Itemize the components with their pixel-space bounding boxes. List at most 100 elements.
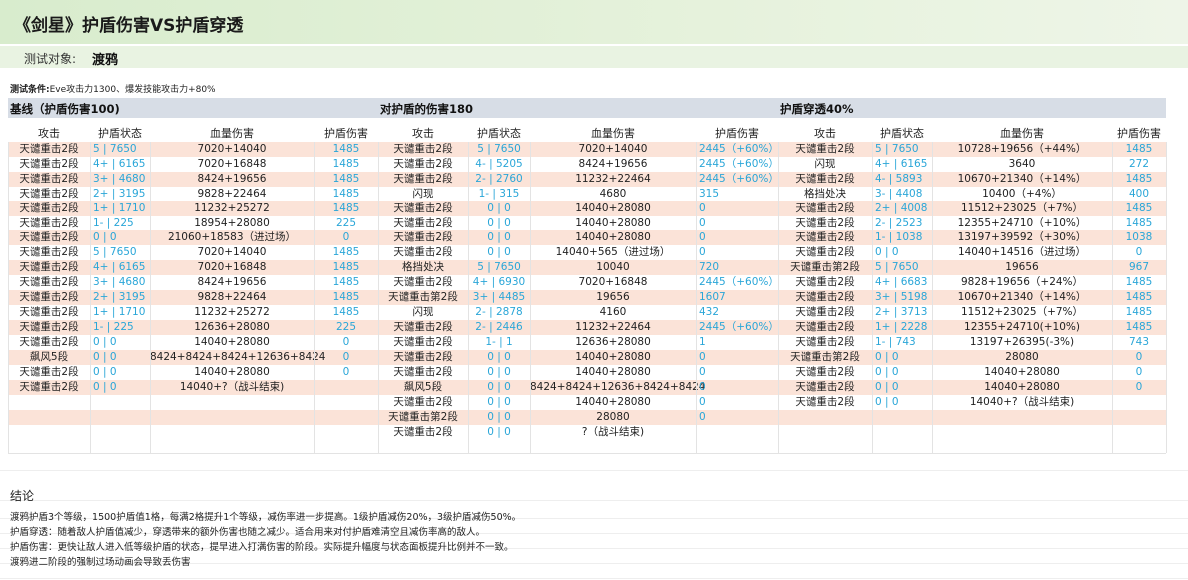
cell-shield-state: 2+ | 4008 (875, 202, 928, 214)
cell-shield-state: 2- | 2878 (475, 306, 523, 318)
table-row: 天谴重击2段 0 | 0 14040+28080 0 天谴重击2段 0 | 0 14040+… (8, 395, 1166, 410)
cell-shield-state: 3+ | 5198 (875, 291, 928, 303)
cell-shield-dmg: 0 (699, 231, 706, 243)
cell-attack: 天谴重击2段 (19, 336, 79, 348)
cell-shield-dmg: 0 (342, 351, 350, 363)
cell-shield-state: 1- | 1038 (875, 231, 923, 243)
cell-attack: 天谴重击2段 (393, 366, 453, 378)
cell-attack: 天谴重击2段 (19, 217, 79, 229)
cell-attack: 天谴重击2段 (19, 231, 79, 243)
table-row: 天谴重击2段 1- | 225 18954+28080 225 天谴重击2段 0 | 0 1… (8, 216, 1166, 231)
cell-hp-dmg (150, 395, 314, 410)
cell-hp-dmg: 14040+28080 (575, 366, 651, 378)
table-row: 天谴重击2段 1- | 225 12636+28080 225 天谴重击2段 2- | 2… (8, 320, 1166, 335)
table-row: 天谴重击2段 2+ | 3195 9828+22464 1485 天谴重击第2段 3+ |… (8, 290, 1166, 305)
condition-label: 测试条件: (10, 85, 50, 95)
column-divider (530, 142, 531, 453)
column-divider (150, 142, 151, 453)
cell-attack: 天谴重击2段 (19, 366, 79, 378)
cell-hp-dmg: 14040+28080 (984, 366, 1060, 378)
column-divider (1166, 142, 1167, 453)
table-row: 天谴重击2段 4+ | 6165 7020+16848 1485 格挡处决 5 | 765… (8, 260, 1166, 275)
cell-attack: 天谴重击2段 (393, 158, 453, 170)
cell-attack: 天谴重击第2段 (388, 291, 458, 303)
cell-attack: 天谴重击2段 (19, 276, 79, 288)
cell-hp-dmg: 28080 (596, 411, 630, 423)
column-divider (1112, 142, 1113, 453)
cell-attack: 天谴重击第2段 (790, 261, 860, 273)
cell-hp-dmg: 12355+24710（+10%） (957, 217, 1087, 229)
cell-shield-state: 1- | 1 (485, 336, 513, 348)
cell-attack: 天谴重击2段 (795, 246, 855, 258)
cell-attack: 天谴重击2段 (393, 336, 453, 348)
cell-hp-dmg: 14040+28080 (575, 351, 651, 363)
cell-shield-state: 0 | 0 (487, 366, 511, 378)
cell-hp-dmg: 14040+?（战斗结束) (179, 381, 285, 393)
cell-shield-state (872, 425, 932, 440)
cell-hp-dmg: 12636+28080 (194, 321, 270, 333)
cell-hp-dmg: 8424+19656 (197, 276, 267, 288)
table-row: 天谴重击2段 0 | 0 14040+28080 0 天谴重击2段 0 | 0 14040+… (8, 365, 1166, 380)
cell-shield-dmg: 1607 (699, 291, 726, 303)
cell-shield-dmg: 967 (1128, 261, 1150, 273)
cell-hp-dmg: 28080 (1005, 351, 1039, 363)
cell-shield-state: 1- | 743 (875, 336, 916, 348)
cell-attack: 闪现 (412, 306, 434, 318)
cell-hp-dmg (150, 410, 314, 425)
cell-hp-dmg: 7020+16848 (578, 276, 648, 288)
table-row: 天谴重击2段 5 | 7650 7020+14040 1485 天谴重击2段 0 | 0 1… (8, 245, 1166, 260)
col-header-shield-dmg: 护盾伤害 (324, 127, 368, 140)
cell-shield-state: 1+ | 1710 (93, 306, 146, 318)
section-penetration: 护盾穿透40% (780, 102, 854, 116)
cell-shield-dmg: 315 (699, 188, 720, 200)
cell-shield-dmg (314, 410, 378, 425)
cell-shield-dmg: 2445（+60%） (699, 276, 779, 288)
section-shield-damage: 对护盾的伤害180 (380, 102, 474, 116)
cell-shield-dmg: 720 (699, 261, 720, 273)
condition-text: Eve攻击力1300、爆发技能攻击力+80% (49, 85, 216, 95)
cell-hp-dmg: 7020+14040 (197, 246, 267, 258)
cell-shield-dmg: 743 (1128, 336, 1150, 348)
cell-shield-dmg: 1485 (332, 188, 360, 200)
cell-shield-dmg: 0 (699, 396, 706, 408)
cell-attack: 天谴重击2段 (19, 202, 79, 214)
cell-attack: 天谴重击第2段 (790, 351, 860, 363)
conclusion-line-4: 渡鸦进二阶段的强制过场动画会导致丢伤害 (10, 557, 191, 568)
cell-shield-dmg: 0 (699, 381, 706, 393)
cell-shield-dmg: 0 (1135, 351, 1143, 363)
cell-hp-dmg (150, 425, 314, 440)
cell-hp-dmg: 14040+?（战斗结束) (969, 396, 1075, 408)
cell-attack: 闪现 (814, 158, 836, 170)
cell-hp-dmg: 8424+19656 (578, 158, 648, 170)
cell-attack: 闪现 (412, 188, 434, 200)
cell-hp-dmg: 9828+19656（+24%） (960, 276, 1084, 288)
cell-shield-dmg: 0 (342, 231, 350, 243)
cell-attack: 天谴重击2段 (795, 143, 855, 155)
cell-shield-dmg: 2445（+60%） (699, 158, 779, 170)
cell-hp-dmg: 12355+24710(+10%) (964, 321, 1080, 333)
column-divider (932, 142, 933, 453)
cell-hp-dmg: 19656 (596, 291, 630, 303)
cell-shield-state (872, 410, 932, 425)
col-header-shield-dmg: 护盾伤害 (1117, 127, 1161, 140)
cell-shield-state: 0 | 0 (93, 381, 117, 393)
subject-label: 测试对象: (24, 52, 77, 66)
cell-attack: 天谴重击2段 (393, 202, 453, 214)
cell-shield-state: 0 | 0 (487, 396, 511, 408)
cell-hp-dmg: 14040+28080 (194, 366, 270, 378)
cell-hp-dmg: 11232+25272 (194, 202, 270, 214)
column-divider (90, 142, 91, 453)
cell-hp-dmg: 8424+8424+12636+8424+8424 (530, 381, 706, 393)
cell-shield-state: 4+ | 6930 (472, 276, 526, 288)
column-divider (468, 142, 469, 453)
cell-hp-dmg: 10728+19656（+44%） (957, 143, 1087, 155)
cell-hp-dmg: 11512+23025（+7%） (960, 202, 1084, 214)
column-divider (314, 142, 315, 453)
cell-attack (778, 410, 872, 425)
cell-shield-dmg (696, 425, 778, 440)
cell-attack: 天谴重击2段 (795, 336, 855, 348)
cell-hp-dmg: 3640 (1008, 158, 1036, 170)
cell-shield-state: 4+ | 6165 (875, 158, 928, 170)
cell-hp-dmg: 14040+565（进过场） (555, 246, 671, 258)
table-row: 天谴重击第2段 0 | 0 28080 0 (8, 410, 1166, 425)
